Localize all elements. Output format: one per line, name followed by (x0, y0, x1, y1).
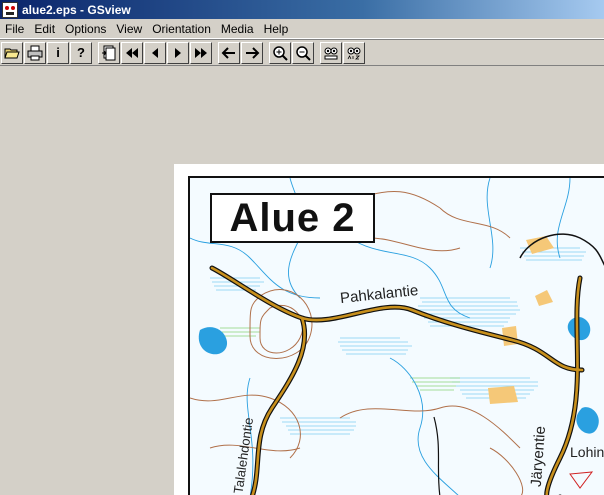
zoom-out-icon (296, 45, 311, 61)
gsview-app-icon[interactable] (2, 1, 18, 18)
menu-orientation[interactable]: Orientation (147, 19, 216, 39)
title-bar: alue2.eps - GSview (0, 0, 604, 19)
next-icon (175, 47, 181, 58)
document-view-area[interactable]: Alue 2 Pahkalantie Talalehdontie Järyent… (0, 66, 604, 495)
place-label-lohin: Lohin (570, 444, 604, 460)
folder-open-icon (4, 48, 20, 58)
info-button[interactable]: i (47, 41, 69, 64)
menu-edit[interactable]: Edit (29, 19, 60, 39)
question-icon: ? (77, 45, 85, 60)
zoom-in-icon (273, 45, 288, 61)
map-image: Alue 2 Pahkalantie Talalehdontie Järyent… (188, 176, 604, 495)
view-eye-button[interactable] (320, 41, 342, 64)
eye-abc-icon (347, 47, 361, 59)
view-abc-button[interactable] (343, 41, 365, 64)
menu-view[interactable]: View (111, 19, 147, 39)
skip-back-icon (126, 47, 138, 58)
zoom-in-button[interactable] (269, 41, 291, 64)
prev-icon (152, 47, 158, 58)
first-page-button[interactable] (121, 41, 143, 64)
document-page: Alue 2 Pahkalantie Talalehdontie Järyent… (174, 164, 604, 495)
help-button[interactable]: ? (70, 41, 92, 64)
skip-forward-icon (195, 47, 207, 58)
prev-page-button[interactable] (144, 41, 166, 64)
menu-media[interactable]: Media (216, 19, 259, 39)
info-icon: i (56, 45, 60, 60)
arrow-left-icon (221, 46, 235, 59)
zoom-out-button[interactable] (292, 41, 314, 64)
open-button[interactable] (1, 41, 23, 64)
menu-bar: File Edit Options View Orientation Media… (0, 19, 604, 39)
print-button[interactable] (24, 41, 46, 64)
arrow-right-icon (246, 46, 260, 59)
menu-options[interactable]: Options (60, 19, 111, 39)
area-label: Alue 2 (210, 193, 375, 243)
next-page-button[interactable] (167, 41, 189, 64)
last-page-button[interactable] (190, 41, 212, 64)
goto-page-button[interactable] (98, 41, 120, 64)
printer-icon (27, 45, 43, 60)
menu-file[interactable]: File (0, 19, 29, 39)
eye-icon (324, 47, 338, 59)
window-title: alue2.eps - GSview (22, 2, 131, 17)
page-list-icon (102, 45, 116, 60)
back-button[interactable] (218, 41, 240, 64)
menu-help[interactable]: Help (259, 19, 294, 39)
forward-button[interactable] (241, 41, 263, 64)
toolbar: i ? (0, 39, 604, 66)
